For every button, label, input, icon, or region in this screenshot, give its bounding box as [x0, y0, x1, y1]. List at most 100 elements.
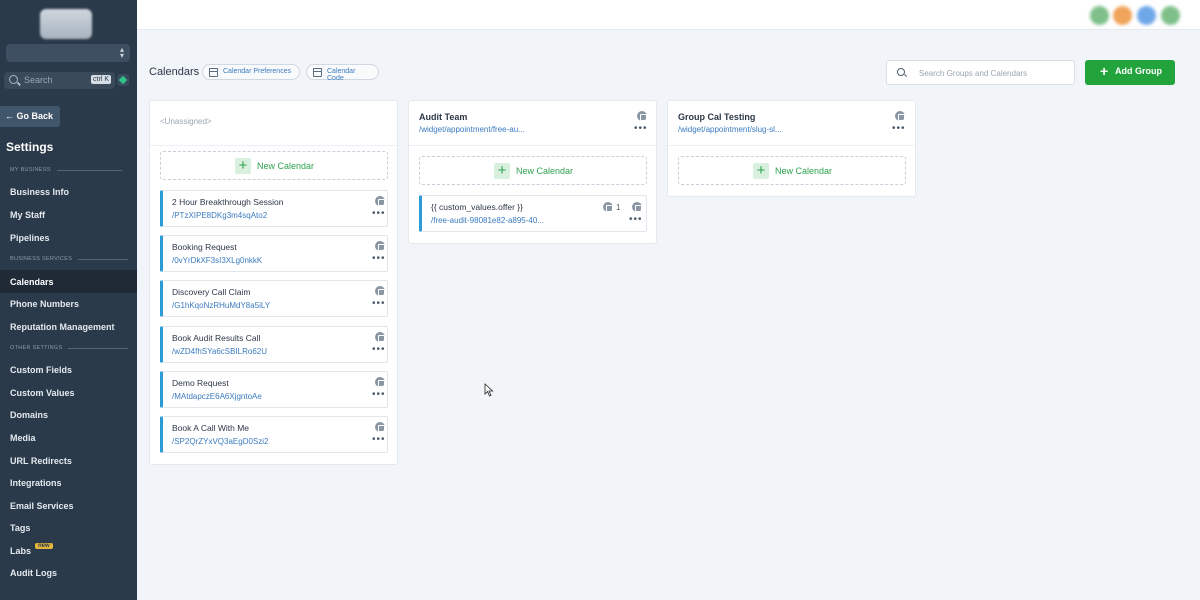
- calendar-code-label: Calendar Code: [327, 68, 356, 82]
- calendar-name: Discovery Call Claim: [172, 287, 251, 297]
- sidebar-item-custom-fields[interactable]: Custom Fields: [10, 365, 72, 375]
- section-label: BUSINESS SERVICES: [10, 256, 73, 262]
- more-options-icon[interactable]: •••: [372, 435, 386, 445]
- column-header: Audit Team /widget/appointment/free-au..…: [409, 101, 656, 146]
- plus-icon: +: [1100, 63, 1109, 79]
- search-icon: [897, 68, 905, 76]
- sidebar-item-email-services[interactable]: Email Services: [10, 501, 74, 511]
- column-title: Audit Team: [419, 112, 468, 122]
- team-member-icon: [603, 202, 613, 212]
- calendar-name: Book Audit Results Call: [172, 333, 261, 343]
- group-settings-icon[interactable]: [895, 111, 905, 121]
- more-options-icon[interactable]: •••: [634, 124, 648, 134]
- calendar-link[interactable]: /wZD4fhSYa6cSBILRo62U: [172, 347, 267, 356]
- calendar-link[interactable]: /PTzXIPE8DKg3m4sqAto2: [172, 211, 267, 220]
- new-calendar-button[interactable]: + New Calendar: [160, 151, 388, 180]
- sidebar-item-url-redirects[interactable]: URL Redirects: [10, 456, 72, 466]
- code-icon: [313, 67, 322, 77]
- new-badge: new: [35, 543, 53, 549]
- account-switcher[interactable]: ▴ ▾: [6, 44, 130, 62]
- sidebar-item-media[interactable]: Media: [10, 433, 36, 443]
- calendar-link[interactable]: /G1hKqoNzRHuMdY8a5iLY: [172, 301, 270, 310]
- search-shortcut-badge: ctrl K: [91, 75, 111, 84]
- page-title: Calendars: [149, 66, 200, 78]
- sidebar-search[interactable]: Search ctrl K: [4, 72, 115, 89]
- calendar-icon: [209, 67, 218, 77]
- calendar-code-button[interactable]: Calendar Code: [306, 64, 379, 82]
- more-options-icon[interactable]: •••: [372, 209, 386, 219]
- calendar-preferences-button[interactable]: Calendar Preferences: [202, 64, 300, 80]
- sidebar-item-tags[interactable]: Tags: [10, 523, 30, 533]
- calendar-settings-icon[interactable]: [375, 241, 385, 251]
- column-header: Group Cal Testing /widget/appointment/sl…: [668, 101, 915, 146]
- avatar[interactable]: [1161, 6, 1180, 25]
- calendar-card[interactable]: Book Audit Results Call /wZD4fhSYa6cSBIL…: [160, 326, 388, 363]
- calendar-card[interactable]: Demo Request /MAtdapczE6A6XjgntoAe •••: [160, 371, 388, 408]
- calendar-link[interactable]: /SP2QrZYxVQ3aEgD0Szi2: [172, 437, 268, 446]
- new-calendar-label: New Calendar: [775, 166, 833, 176]
- column-header: <Unassigned>: [150, 101, 397, 146]
- calendar-settings-icon[interactable]: [375, 332, 385, 342]
- calendar-card[interactable]: Discovery Call Claim /G1hKqoNzRHuMdY8a5i…: [160, 280, 388, 317]
- sidebar-item-labs[interactable]: Labs new: [10, 543, 53, 556]
- labs-label: Labs: [10, 546, 32, 556]
- settings-title: Settings: [6, 140, 54, 154]
- calendar-link[interactable]: /0vYrDkXF3sI3XLg0nkkK: [172, 256, 262, 265]
- group-link[interactable]: /widget/appointment/free-au...: [419, 125, 525, 134]
- calendar-settings-icon[interactable]: [375, 377, 385, 387]
- calendar-name: Booking Request: [172, 242, 237, 252]
- sidebar-item-audit-logs[interactable]: Audit Logs: [10, 568, 57, 578]
- group-link[interactable]: /widget/appointment/slug-sl...: [678, 125, 782, 134]
- add-group-label: Add Group: [1115, 66, 1162, 76]
- add-group-button[interactable]: + Add Group: [1085, 60, 1175, 85]
- calendar-link[interactable]: /MAtdapczE6A6XjgntoAe: [172, 392, 262, 401]
- column-title: <Unassigned>: [160, 117, 212, 126]
- sidebar-item-phone-numbers[interactable]: Phone Numbers: [10, 299, 79, 309]
- calendar-card[interactable]: Booking Request /0vYrDkXF3sI3XLg0nkkK ••…: [160, 235, 388, 272]
- search-groups-field[interactable]: [886, 60, 1075, 85]
- new-calendar-button[interactable]: + New Calendar: [419, 156, 647, 185]
- chevron-updown-icon: ▴ ▾: [119, 45, 124, 60]
- plus-icon: +: [235, 158, 251, 174]
- more-options-icon[interactable]: •••: [372, 254, 386, 264]
- new-calendar-label: New Calendar: [516, 166, 574, 176]
- new-calendar-button[interactable]: + New Calendar: [678, 156, 906, 185]
- calendar-card[interactable]: {{ custom_values.offer }} /free-audit-98…: [419, 195, 647, 232]
- more-options-icon[interactable]: •••: [372, 345, 386, 355]
- sidebar-item-my-staff[interactable]: My Staff: [10, 210, 45, 220]
- calendar-preferences-label: Calendar Preferences: [223, 68, 292, 75]
- more-options-icon[interactable]: •••: [372, 299, 386, 309]
- search-groups-input[interactable]: [919, 66, 1069, 80]
- sidebar-item-integrations[interactable]: Integrations: [10, 478, 62, 488]
- more-options-icon[interactable]: •••: [372, 390, 386, 400]
- group-settings-icon[interactable]: [637, 111, 647, 121]
- sidebar-item-custom-values[interactable]: Custom Values: [10, 388, 75, 398]
- mouse-cursor-icon: [484, 383, 494, 397]
- sidebar-item-reputation-management[interactable]: Reputation Management: [10, 322, 115, 332]
- calendar-name: Book A Call With Me: [172, 423, 250, 433]
- avatar[interactable]: [1090, 6, 1109, 25]
- sidebar-item-business-info[interactable]: Business Info: [10, 187, 69, 197]
- calendar-card[interactable]: Book A Call With Me /SP2QrZYxVQ3aEgD0Szi…: [160, 416, 388, 453]
- top-bar: [137, 0, 1200, 30]
- calendar-settings-icon[interactable]: [375, 286, 385, 296]
- avatar[interactable]: [1113, 6, 1132, 25]
- calendar-card[interactable]: 2 Hour Breakthrough Session /PTzXIPE8DKg…: [160, 190, 388, 227]
- sidebar-item-pipelines[interactable]: Pipelines: [10, 233, 50, 243]
- avatar[interactable]: [1137, 6, 1156, 25]
- calendar-link[interactable]: /free-audit-98081e82-a895-40...: [431, 216, 544, 225]
- group-column-group-cal-testing: Group Cal Testing /widget/appointment/sl…: [667, 100, 916, 197]
- section-other-settings: OTHER SETTINGS: [10, 345, 129, 351]
- section-label: OTHER SETTINGS: [10, 345, 63, 351]
- calendar-settings-icon[interactable]: [375, 422, 385, 432]
- calendar-name: 2 Hour Breakthrough Session: [172, 197, 284, 207]
- more-options-icon[interactable]: •••: [892, 124, 906, 134]
- calendar-settings-icon[interactable]: [632, 202, 642, 212]
- more-options-icon[interactable]: •••: [629, 215, 643, 225]
- quick-action-icon[interactable]: [117, 74, 129, 86]
- sidebar-item-calendars[interactable]: Calendars: [0, 270, 137, 293]
- calendar-settings-icon[interactable]: [375, 196, 385, 206]
- section-label: MY BUSINESS: [10, 167, 51, 173]
- sidebar-item-domains[interactable]: Domains: [10, 410, 48, 420]
- go-back-button[interactable]: ← Go Back: [0, 106, 60, 127]
